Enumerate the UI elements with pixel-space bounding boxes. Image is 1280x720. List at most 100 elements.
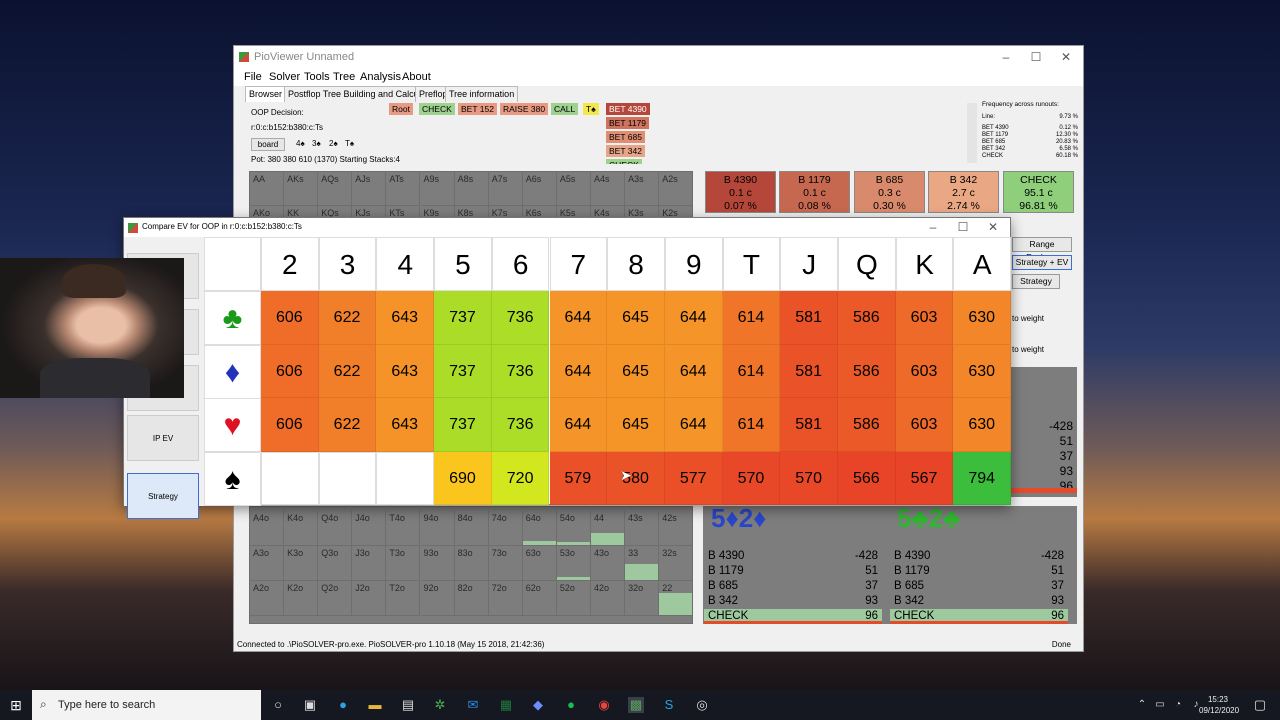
excel-icon[interactable]: ▦ (498, 697, 514, 713)
range-cell[interactable]: 42s (659, 511, 692, 546)
range-cell[interactable]: J3o (352, 546, 387, 581)
ev-cell[interactable]: 645 (607, 291, 665, 345)
range-cell[interactable]: A8s (454, 172, 489, 206)
app-circle-icon[interactable]: ◎ (694, 697, 710, 713)
range-cell[interactable]: A4o (250, 511, 285, 546)
range-cell[interactable]: 32o (625, 581, 660, 616)
range-cell[interactable]: A4s (591, 172, 626, 206)
range-cell[interactable]: ATs (386, 172, 421, 206)
action-card[interactable]: B 342 2.7 c 2.74 % (928, 171, 999, 213)
spotify-icon[interactable]: ● (563, 697, 579, 713)
app-gear-icon[interactable]: ✲ (432, 697, 448, 713)
close-button[interactable]: ✕ (1051, 46, 1081, 68)
ev-cell[interactable]: 603 (895, 344, 954, 398)
tray-chevron-icon[interactable]: ⌃ (1134, 697, 1150, 713)
dialog-close-button[interactable]: ✕ (978, 218, 1008, 237)
mode-ip-ev-button[interactable]: IP EV (127, 415, 199, 461)
action-card[interactable]: CHECK 95.1 c 96.81 % (1003, 171, 1074, 213)
range-cell[interactable]: 62o (522, 581, 557, 616)
option-bet-1179[interactable]: BET 1179 (606, 117, 650, 129)
range-cell[interactable]: 74o (488, 511, 523, 546)
range-cell[interactable]: T2o (386, 581, 421, 616)
pioviewer-task-icon[interactable]: ▩ (628, 697, 644, 713)
range-cell[interactable]: J4o (352, 511, 387, 546)
range-cell[interactable]: A9s (420, 172, 455, 206)
ev-cell[interactable]: 581 (780, 291, 838, 345)
ev-cell[interactable]: 644 (549, 344, 608, 398)
dialog-minimize-button[interactable]: – (918, 218, 948, 237)
ev-cell[interactable]: 606 (261, 344, 319, 398)
range-cell[interactable]: Q3o (318, 546, 353, 581)
ev-cell[interactable]: 614 (722, 398, 781, 452)
ev-cell[interactable]: 643 (376, 344, 435, 398)
ev-cell[interactable]: 603 (895, 398, 954, 452)
ev-cell[interactable]: 630 (953, 398, 1012, 452)
range-cell[interactable]: AA (250, 172, 285, 206)
board-button[interactable]: board (251, 138, 285, 151)
file-explorer-icon[interactable]: ▬ (367, 697, 383, 713)
range-cell[interactable]: 54o (556, 511, 591, 546)
menu-tree[interactable]: Tree (333, 71, 355, 83)
ev-cell[interactable]: 579 (549, 451, 608, 505)
ev-cell[interactable]: 644 (549, 291, 608, 345)
range-cell[interactable]: 92o (420, 581, 455, 616)
option-check[interactable]: CHECK (606, 159, 642, 164)
range-cell[interactable]: 42o (591, 581, 626, 616)
line-raise-380[interactable]: RAISE 380 (500, 103, 549, 115)
range-cell[interactable]: 32s (659, 546, 692, 581)
strategy-ev-button[interactable]: Strategy + EV (1012, 255, 1072, 270)
ev-cell[interactable]: 581 (780, 344, 838, 398)
line-root[interactable]: Root (389, 103, 413, 115)
ev-cell[interactable]: 737 (434, 398, 492, 452)
range-cell[interactable]: 84o (454, 511, 489, 546)
line-call[interactable]: CALL (551, 103, 579, 115)
tab-browser[interactable]: Browser (245, 86, 287, 102)
range-cell[interactable]: A3o (250, 546, 285, 581)
ev-cell[interactable]: 736 (491, 291, 550, 345)
range-cell[interactable]: 43o (591, 546, 626, 581)
ev-cell[interactable]: 645 (607, 344, 665, 398)
ev-cell[interactable]: 622 (318, 398, 377, 452)
tray-network-icon[interactable]: ▭ (1152, 697, 1168, 713)
ev-cell[interactable]: 606 (261, 291, 319, 345)
ev-cell[interactable]: 630 (953, 291, 1012, 345)
range-cell[interactable]: J2o (352, 581, 387, 616)
range-cell[interactable]: 93o (420, 546, 455, 581)
maximize-button[interactable]: ☐ (1021, 46, 1051, 68)
ev-cell[interactable]: 580 (607, 451, 665, 505)
range-cell[interactable]: Q4o (318, 511, 353, 546)
range-cell[interactable]: 44 (591, 511, 626, 546)
line-card-ts[interactable]: T♠ (583, 103, 599, 115)
ev-cell[interactable]: 586 (838, 344, 896, 398)
ev-cell[interactable]: 737 (434, 344, 492, 398)
line-check[interactable]: CHECK (419, 103, 455, 115)
tray-wifi-icon[interactable]: ◔ (1170, 697, 1186, 713)
range-cell[interactable]: A2s (659, 172, 692, 206)
range-cell[interactable]: A7s (488, 172, 523, 206)
menu-analysis[interactable]: Analysis (360, 71, 401, 83)
menu-tools[interactable]: Tools (304, 71, 330, 83)
freq-scrollbar[interactable] (967, 103, 977, 163)
ev-cell[interactable]: 606 (261, 398, 319, 452)
range-cell[interactable]: A3s (625, 172, 660, 206)
ev-cell[interactable] (261, 451, 319, 505)
action-card[interactable]: B 685 0.3 c 0.30 % (854, 171, 925, 213)
mode-strategy-button[interactable]: Strategy (127, 473, 199, 519)
ev-cell[interactable]: 566 (838, 451, 896, 505)
range-cell[interactable]: K2o (284, 581, 319, 616)
taskbar-search[interactable]: ⌕ Type here to search (32, 690, 261, 720)
ev-cell[interactable]: 737 (434, 291, 492, 345)
range-cell[interactable]: 83o (454, 546, 489, 581)
ev-cell[interactable]: 645 (607, 398, 665, 452)
cortana-icon[interactable]: ○ (270, 697, 286, 713)
ev-cell[interactable]: 603 (895, 291, 954, 345)
ev-cell[interactable] (376, 451, 435, 505)
ev-cell[interactable]: 581 (780, 398, 838, 452)
range-cell[interactable]: 22 (659, 581, 692, 616)
range-cell[interactable]: 53o (556, 546, 591, 581)
ev-cell[interactable]: 644 (549, 398, 608, 452)
taskbar-clock[interactable]: 15:23 09/12/2020 (1199, 694, 1239, 716)
range-cell[interactable]: A6s (522, 172, 557, 206)
range-cell[interactable]: 64o (522, 511, 557, 546)
windows-start-icon[interactable]: ⊞ (8, 697, 24, 713)
